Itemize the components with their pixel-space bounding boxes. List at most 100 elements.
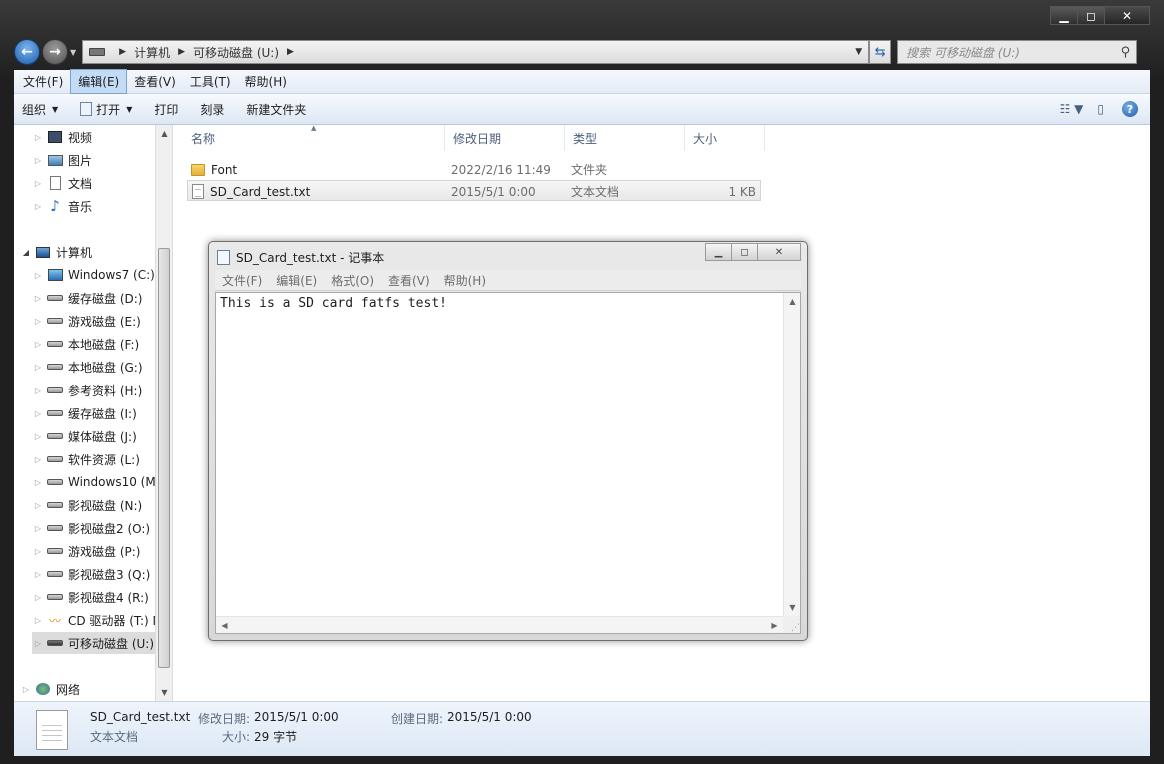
scrollbar-thumb[interactable] bbox=[158, 248, 170, 668]
preview-pane-icon[interactable]: ▯ bbox=[1097, 102, 1104, 116]
notepad-window[interactable]: SD_Card_test.txt - 记事本 ▁ ◻ ✕ 文件(F) 编辑(E)… bbox=[208, 241, 808, 641]
nav-item-drive[interactable]: ▷ 影视磁盘4 (R:) bbox=[32, 586, 172, 608]
nav-item-drive[interactable]: ▷ 缓存磁盘 (D:) bbox=[32, 287, 172, 309]
nav-item-drive[interactable]: ▷ Windows7 (C:) bbox=[32, 264, 172, 286]
nav-item-drive[interactable]: ▷ 可移动磁盘 (U:) bbox=[32, 632, 172, 654]
nav-item-drive[interactable]: ▷ 软件资源 (L:) bbox=[32, 448, 172, 470]
expand-icon[interactable]: ▷ bbox=[32, 386, 44, 395]
nav-item-drive[interactable]: ▷ 游戏磁盘 (P:) bbox=[32, 540, 172, 562]
breadcrumb-computer[interactable]: 计算机 bbox=[134, 44, 170, 61]
expand-icon[interactable]: ▷ bbox=[32, 639, 44, 648]
expand-icon[interactable]: ▷ bbox=[32, 271, 44, 280]
scroll-down-icon[interactable]: ▼ bbox=[156, 684, 172, 701]
file-row-font-folder[interactable]: Font 2022/2/16 11:49 文件夹 bbox=[187, 159, 761, 180]
nav-item-videos[interactable]: ▷ 视频 bbox=[32, 126, 172, 148]
column-name[interactable]: 名称 bbox=[183, 125, 445, 151]
notepad-menu-file[interactable]: 文件(F) bbox=[215, 272, 269, 289]
close-button[interactable]: ✕ bbox=[1104, 6, 1150, 25]
address-dropdown-icon[interactable]: ▼ bbox=[849, 47, 868, 57]
notepad-minimize-button[interactable]: ▁ bbox=[705, 243, 732, 261]
column-date-modified[interactable]: 修改日期 bbox=[445, 125, 565, 151]
expand-icon[interactable]: ▷ bbox=[32, 432, 44, 441]
nav-item-drive[interactable]: ▷ 游戏磁盘 (E:) bbox=[32, 310, 172, 332]
burn-button[interactable]: 刻录 bbox=[200, 101, 224, 118]
expand-icon[interactable]: ▷ bbox=[32, 478, 44, 487]
open-button[interactable]: 打开 ▼ bbox=[80, 101, 132, 118]
expand-icon[interactable]: ▷ bbox=[32, 455, 44, 464]
refresh-button[interactable]: ⇆ bbox=[869, 40, 892, 64]
expand-icon[interactable]: ▷ bbox=[32, 570, 44, 579]
print-button[interactable]: 打印 bbox=[154, 101, 178, 118]
nav-item-drive[interactable]: ▷ 影视磁盘3 (Q:) bbox=[32, 563, 172, 585]
chevron-right-icon[interactable]: ▶ bbox=[178, 47, 185, 57]
expand-icon[interactable]: ▷ bbox=[32, 616, 44, 625]
menu-edit[interactable]: 编辑(E) bbox=[70, 69, 128, 94]
expand-icon[interactable]: ▷ bbox=[32, 317, 44, 326]
notepad-horizontal-scrollbar[interactable]: ◀ ▶ bbox=[216, 616, 783, 633]
nav-item-label: 缓存磁盘 (I:) bbox=[68, 406, 137, 421]
chevron-right-icon[interactable]: ▶ bbox=[287, 47, 294, 57]
maximize-button[interactable]: ◻ bbox=[1077, 6, 1105, 25]
nav-item-drive[interactable]: ▷ 〰 CD 驱动器 (T:) M bbox=[32, 609, 172, 631]
notepad-vertical-scrollbar[interactable]: ▲ ▼ bbox=[783, 293, 800, 616]
nav-item-drive[interactable]: ▷ Windows10 (M: bbox=[32, 471, 172, 493]
notepad-menu-edit[interactable]: 编辑(E) bbox=[269, 272, 324, 289]
nav-item-drive[interactable]: ▷ 本地磁盘 (F:) bbox=[32, 333, 172, 355]
nav-item-music[interactable]: ▷ ♪ 音乐 bbox=[32, 195, 172, 217]
back-button[interactable]: ← bbox=[14, 39, 40, 65]
menu-file[interactable]: 文件(F) bbox=[16, 70, 70, 93]
nav-item-label: 可移动磁盘 (U:) bbox=[68, 636, 155, 651]
scroll-left-icon[interactable]: ◀ bbox=[216, 617, 233, 634]
column-size[interactable]: 大小 bbox=[685, 125, 765, 151]
menu-view[interactable]: 查看(V) bbox=[127, 70, 183, 93]
expand-icon[interactable]: ▷ bbox=[32, 409, 44, 418]
nav-item-drive[interactable]: ▷ 媒体磁盘 (J:) bbox=[32, 425, 172, 447]
nav-item-computer[interactable]: ◢ 计算机 bbox=[20, 241, 162, 263]
menu-help[interactable]: 帮助(H) bbox=[238, 70, 294, 93]
help-icon[interactable]: ? bbox=[1122, 101, 1138, 117]
nav-item-drive[interactable]: ▷ 本地磁盘 (G:) bbox=[32, 356, 172, 378]
notepad-menu-help[interactable]: 帮助(H) bbox=[437, 272, 493, 289]
nav-item-pictures[interactable]: ▷ 图片 bbox=[32, 149, 172, 171]
scroll-up-icon[interactable]: ▲ bbox=[784, 293, 801, 310]
minimize-button[interactable]: ▁ bbox=[1050, 6, 1078, 25]
chevron-right-icon[interactable]: ▶ bbox=[119, 47, 126, 57]
notepad-maximize-button[interactable]: ◻ bbox=[731, 243, 758, 261]
recent-pages-dropdown-icon[interactable]: ▼ bbox=[70, 48, 76, 57]
search-input[interactable]: 搜索 可移动磁盘 (U:) ⚲ bbox=[897, 40, 1138, 64]
expand-icon[interactable]: ▷ bbox=[32, 363, 44, 372]
expand-icon[interactable]: ▷ bbox=[32, 593, 44, 602]
expand-icon[interactable]: ▷ bbox=[32, 294, 44, 303]
notepad-menu-format[interactable]: 格式(O) bbox=[324, 272, 381, 289]
notepad-text-area[interactable]: This is a SD card fatfs test! ▲ ▼ ◀ ▶ ⋰ bbox=[215, 292, 801, 634]
address-bar[interactable]: ▶ 计算机 ▶ 可移动磁盘 (U:) ▶ ▼ bbox=[82, 40, 870, 64]
forward-button[interactable]: → bbox=[42, 39, 68, 65]
resize-grip-icon[interactable]: ⋰ bbox=[783, 616, 800, 633]
column-type[interactable]: 类型 bbox=[565, 125, 685, 151]
navigation-scrollbar[interactable]: ▲ ▼ bbox=[155, 125, 172, 701]
expand-icon[interactable]: ▷ bbox=[32, 501, 44, 510]
menu-tools[interactable]: 工具(T) bbox=[183, 70, 238, 93]
new-folder-button[interactable]: 新建文件夹 bbox=[246, 101, 306, 118]
nav-item-network[interactable]: ▷ 网络 bbox=[20, 678, 162, 700]
expand-icon[interactable]: ▷ bbox=[32, 524, 44, 533]
organize-button[interactable]: 组织 ▼ bbox=[22, 101, 58, 118]
notepad-title-bar[interactable]: SD_Card_test.txt - 记事本 bbox=[217, 246, 384, 268]
view-options-icon[interactable]: ☷ ▼ bbox=[1060, 102, 1084, 116]
notepad-close-button[interactable]: ✕ bbox=[757, 243, 801, 261]
file-row-sd-card-test[interactable]: SD_Card_test.txt 2015/5/1 0:00 文本文档 1 KB bbox=[187, 180, 761, 201]
hard-drive-icon bbox=[47, 544, 63, 558]
search-icon[interactable]: ⚲ bbox=[1121, 45, 1131, 60]
scroll-right-icon[interactable]: ▶ bbox=[766, 617, 783, 634]
nav-item-documents[interactable]: ▷ 文档 bbox=[32, 172, 172, 194]
breadcrumb-removable-disk[interactable]: 可移动磁盘 (U:) bbox=[193, 44, 279, 61]
nav-item-drive[interactable]: ▷ 影视磁盘2 (O:) bbox=[32, 517, 172, 539]
scroll-down-icon[interactable]: ▼ bbox=[784, 599, 801, 616]
nav-item-drive[interactable]: ▷ 缓存磁盘 (I:) bbox=[32, 402, 172, 424]
expand-icon[interactable]: ▷ bbox=[32, 547, 44, 556]
nav-item-drive[interactable]: ▷ 参考资料 (H:) bbox=[32, 379, 172, 401]
expand-icon[interactable]: ▷ bbox=[32, 340, 44, 349]
notepad-menu-view[interactable]: 查看(V) bbox=[381, 272, 437, 289]
scroll-up-icon[interactable]: ▲ bbox=[156, 125, 172, 142]
nav-item-drive[interactable]: ▷ 影视磁盘 (N:) bbox=[32, 494, 172, 516]
